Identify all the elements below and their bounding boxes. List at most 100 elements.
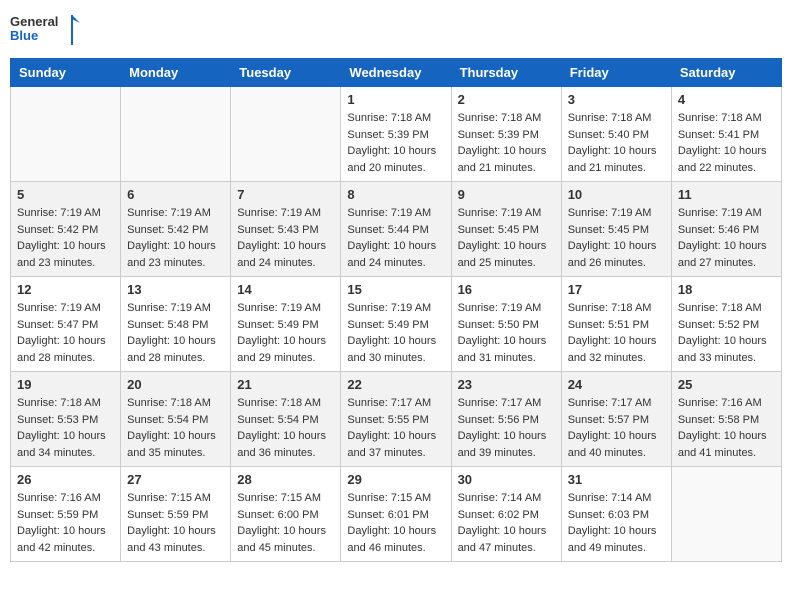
calendar-week-row: 1 Sunrise: 7:18 AM Sunset: 5:39 PM Daylig… [11, 87, 782, 182]
day-number: 24 [568, 377, 665, 392]
day-info: Sunrise: 7:18 AM Sunset: 5:52 PM Dayligh… [678, 300, 775, 366]
calendar-cell: 12 Sunrise: 7:19 AM Sunset: 5:47 PM Dayli… [11, 277, 121, 372]
day-info: Sunrise: 7:19 AM Sunset: 5:49 PM Dayligh… [237, 300, 334, 366]
day-number: 13 [127, 282, 224, 297]
day-number: 17 [568, 282, 665, 297]
day-info: Sunrise: 7:18 AM Sunset: 5:39 PM Dayligh… [347, 110, 444, 176]
day-info: Sunrise: 7:19 AM Sunset: 5:50 PM Dayligh… [458, 300, 555, 366]
day-info: Sunrise: 7:15 AM Sunset: 6:00 PM Dayligh… [237, 490, 334, 556]
calendar-cell: 24Sunrise: 7:17 AM Sunset: 5:57 PM Dayli… [561, 372, 671, 467]
day-number: 1 [347, 92, 444, 107]
day-number: 20 [127, 377, 224, 392]
calendar-cell: 9 Sunrise: 7:19 AM Sunset: 5:45 PM Daylig… [451, 182, 561, 277]
day-info: Sunrise: 7:19 AM Sunset: 5:47 PM Dayligh… [17, 300, 114, 366]
day-number: 15 [347, 282, 444, 297]
column-header-friday: Friday [561, 59, 671, 87]
day-info: Sunrise: 7:14 AM Sunset: 6:02 PM Dayligh… [458, 490, 555, 556]
day-number: 11 [678, 187, 775, 202]
calendar-cell: 2Sunrise: 7:18 AM Sunset: 5:39 PM Daylig… [451, 87, 561, 182]
day-info: Sunrise: 7:17 AM Sunset: 5:56 PM Dayligh… [458, 395, 555, 461]
calendar-cell: 11Sunrise: 7:19 AM Sunset: 5:46 PM Dayli… [671, 182, 781, 277]
day-info: Sunrise: 7:16 AM Sunset: 5:59 PM Dayligh… [17, 490, 114, 556]
calendar-header-row: SundayMondayTuesdayWednesdayThursdayFrid… [11, 59, 782, 87]
day-info: Sunrise: 7:18 AM Sunset: 5:39 PM Dayligh… [458, 110, 555, 176]
day-info: Sunrise: 7:19 AM Sunset: 5:43 PM Dayligh… [237, 205, 334, 271]
calendar-cell: 20 Sunrise: 7:18 AM Sunset: 5:54 PM Dayli… [121, 372, 231, 467]
calendar-cell: 26 Sunrise: 7:16 AM Sunset: 5:59 PM Dayli… [11, 467, 121, 562]
day-info: Sunrise: 7:19 AM Sunset: 5:48 PM Dayligh… [127, 300, 224, 366]
day-number: 3 [568, 92, 665, 107]
calendar-cell: 10Sunrise: 7:19 AM Sunset: 5:45 PM Dayli… [561, 182, 671, 277]
calendar-cell: 17 Sunrise: 7:18 AM Sunset: 5:51 PM Dayli… [561, 277, 671, 372]
calendar-cell: 19 Sunrise: 7:18 AM Sunset: 5:53 PM Dayli… [11, 372, 121, 467]
day-number: 7 [237, 187, 334, 202]
calendar-cell: 3Sunrise: 7:18 AM Sunset: 5:40 PM Daylig… [561, 87, 671, 182]
day-info: Sunrise: 7:14 AM Sunset: 6:03 PM Dayligh… [568, 490, 665, 556]
day-info: Sunrise: 7:18 AM Sunset: 5:53 PM Dayligh… [17, 395, 114, 461]
day-number: 29 [347, 472, 444, 487]
calendar-cell [11, 87, 121, 182]
calendar-cell: 4 Sunrise: 7:18 AM Sunset: 5:41 PM Daylig… [671, 87, 781, 182]
calendar-cell: 22 Sunrise: 7:17 AM Sunset: 5:55 PM Dayli… [341, 372, 451, 467]
day-info: Sunrise: 7:17 AM Sunset: 5:55 PM Dayligh… [347, 395, 444, 461]
calendar-cell: 15 Sunrise: 7:19 AM Sunset: 5:49 PM Dayli… [341, 277, 451, 372]
calendar-cell [121, 87, 231, 182]
calendar-cell: 31 Sunrise: 7:14 AM Sunset: 6:03 PM Dayli… [561, 467, 671, 562]
column-header-wednesday: Wednesday [341, 59, 451, 87]
calendar-cell: 27Sunrise: 7:15 AM Sunset: 5:59 PM Dayli… [121, 467, 231, 562]
calendar-table: SundayMondayTuesdayWednesdayThursdayFrid… [10, 58, 782, 562]
calendar-cell: 6Sunrise: 7:19 AM Sunset: 5:42 PM Daylig… [121, 182, 231, 277]
day-number: 12 [17, 282, 114, 297]
calendar-cell: 25 Sunrise: 7:16 AM Sunset: 5:58 PM Dayli… [671, 372, 781, 467]
calendar-week-row: 26 Sunrise: 7:16 AM Sunset: 5:59 PM Dayli… [11, 467, 782, 562]
svg-text:Blue: Blue [10, 28, 38, 43]
calendar-cell [231, 87, 341, 182]
day-number: 9 [458, 187, 555, 202]
day-number: 14 [237, 282, 334, 297]
day-info: Sunrise: 7:18 AM Sunset: 5:51 PM Dayligh… [568, 300, 665, 366]
calendar-cell: 18 Sunrise: 7:18 AM Sunset: 5:52 PM Dayli… [671, 277, 781, 372]
day-number: 26 [17, 472, 114, 487]
day-number: 19 [17, 377, 114, 392]
day-info: Sunrise: 7:18 AM Sunset: 5:54 PM Dayligh… [237, 395, 334, 461]
day-number: 6 [127, 187, 224, 202]
day-number: 27 [127, 472, 224, 487]
column-header-monday: Monday [121, 59, 231, 87]
logo-svg: General Blue [10, 10, 80, 50]
calendar-cell: 29 Sunrise: 7:15 AM Sunset: 6:01 PM Dayli… [341, 467, 451, 562]
day-number: 21 [237, 377, 334, 392]
calendar-cell: 16Sunrise: 7:19 AM Sunset: 5:50 PM Dayli… [451, 277, 561, 372]
day-info: Sunrise: 7:15 AM Sunset: 6:01 PM Dayligh… [347, 490, 444, 556]
day-info: Sunrise: 7:19 AM Sunset: 5:49 PM Dayligh… [347, 300, 444, 366]
calendar-cell: 13 Sunrise: 7:19 AM Sunset: 5:48 PM Dayli… [121, 277, 231, 372]
day-number: 5 [17, 187, 114, 202]
calendar-cell: 14 Sunrise: 7:19 AM Sunset: 5:49 PM Dayli… [231, 277, 341, 372]
page-header: General Blue [10, 10, 782, 50]
day-number: 31 [568, 472, 665, 487]
day-info: Sunrise: 7:19 AM Sunset: 5:45 PM Dayligh… [458, 205, 555, 271]
calendar-cell: 5 Sunrise: 7:19 AM Sunset: 5:42 PM Daylig… [11, 182, 121, 277]
day-info: Sunrise: 7:19 AM Sunset: 5:42 PM Dayligh… [17, 205, 114, 271]
calendar-cell: 21 Sunrise: 7:18 AM Sunset: 5:54 PM Dayli… [231, 372, 341, 467]
day-info: Sunrise: 7:18 AM Sunset: 5:54 PM Dayligh… [127, 395, 224, 461]
day-number: 30 [458, 472, 555, 487]
day-number: 4 [678, 92, 775, 107]
calendar-cell: 23Sunrise: 7:17 AM Sunset: 5:56 PM Dayli… [451, 372, 561, 467]
column-header-tuesday: Tuesday [231, 59, 341, 87]
calendar-week-row: 5 Sunrise: 7:19 AM Sunset: 5:42 PM Daylig… [11, 182, 782, 277]
calendar-week-row: 19 Sunrise: 7:18 AM Sunset: 5:53 PM Dayli… [11, 372, 782, 467]
column-header-sunday: Sunday [11, 59, 121, 87]
day-number: 22 [347, 377, 444, 392]
day-number: 18 [678, 282, 775, 297]
logo: General Blue [10, 10, 80, 50]
day-number: 25 [678, 377, 775, 392]
calendar-cell: 30 Sunrise: 7:14 AM Sunset: 6:02 PM Dayli… [451, 467, 561, 562]
day-info: Sunrise: 7:19 AM Sunset: 5:45 PM Dayligh… [568, 205, 665, 271]
day-info: Sunrise: 7:19 AM Sunset: 5:44 PM Dayligh… [347, 205, 444, 271]
day-info: Sunrise: 7:18 AM Sunset: 5:41 PM Dayligh… [678, 110, 775, 176]
calendar-cell: 1 Sunrise: 7:18 AM Sunset: 5:39 PM Daylig… [341, 87, 451, 182]
column-header-thursday: Thursday [451, 59, 561, 87]
column-header-saturday: Saturday [671, 59, 781, 87]
svg-text:General: General [10, 14, 58, 29]
day-info: Sunrise: 7:16 AM Sunset: 5:58 PM Dayligh… [678, 395, 775, 461]
